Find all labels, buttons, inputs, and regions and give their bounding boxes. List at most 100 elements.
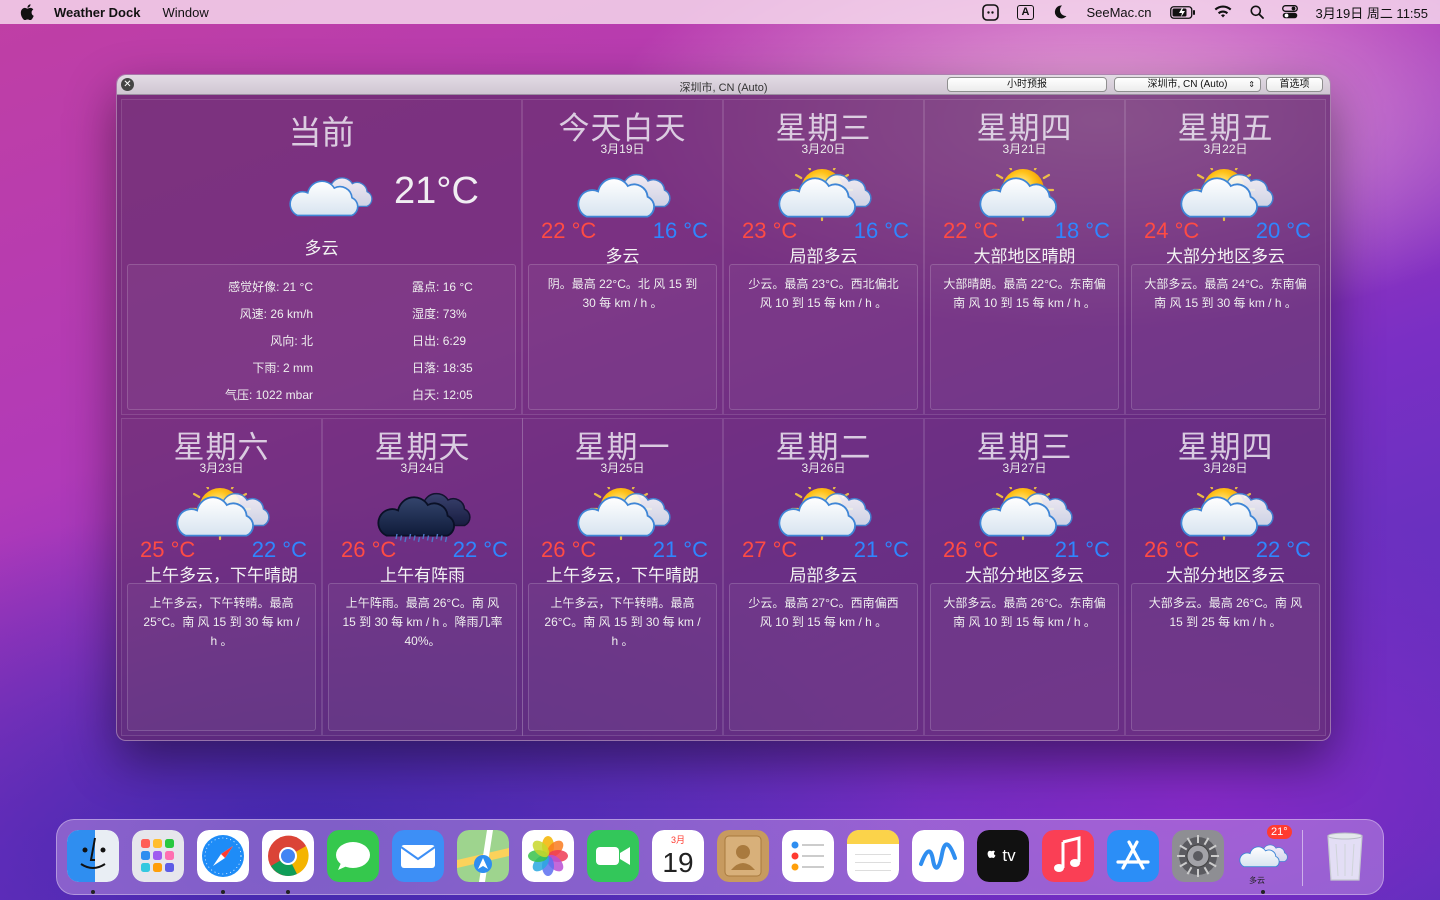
cloudy-icon	[282, 172, 378, 222]
clock[interactable]: 3月19日 周二 11:55	[1316, 3, 1428, 22]
forecast-day-cell[interactable]: 星期五 3月22日 24 °C 20 °C 大部分地区多云 大部多云。最高 24…	[1125, 99, 1326, 415]
high-temperature: 26 °C	[1144, 537, 1200, 562]
partly-cloudy-icon	[573, 477, 673, 543]
day-description: 上午多云，下午转晴。最高 26°C。南 风 15 到 30 每 km / h 。	[528, 583, 717, 731]
low-temperature: 21 °C	[652, 537, 708, 562]
forecast-day-cell[interactable]: 星期三 3月27日 26 °C 21 °C 大部分地区多云 大部多云。最高 26…	[924, 418, 1125, 736]
day-description-text: 少云。最高 27°C。西南偏西 风 10 到 15 每 km / h 。	[748, 596, 899, 629]
appletv-icon[interactable]: tv	[977, 830, 1029, 882]
day-date: 3月23日	[199, 461, 244, 475]
launchpad-icon[interactable]	[132, 830, 184, 882]
current-detail-left: 感觉好像: 21 °C	[228, 280, 313, 294]
mostly-cloudy-icon	[1176, 158, 1276, 224]
contacts-icon[interactable]	[717, 830, 769, 882]
detail-value: 21 °C	[282, 280, 313, 294]
low-temperature: 22 °C	[452, 537, 508, 562]
music-icon[interactable]	[1042, 830, 1094, 882]
forecast-day-cell[interactable]: 星期三 3月20日 23 °C 16 °C 局部多云 少云。最高 23°C。西北…	[723, 99, 924, 415]
notes-icon[interactable]	[847, 830, 899, 882]
day-description-text: 阴。最高 22°C。北 风 15 到 30 每 km / h 。	[547, 277, 698, 310]
low-temperature: 22 °C	[1255, 537, 1311, 562]
partly-cloudy-icon	[774, 158, 874, 224]
safari-icon[interactable]	[197, 830, 249, 882]
hourly-forecast-button[interactable]: 小时预报	[947, 77, 1107, 92]
detail-label: 露点	[412, 280, 437, 294]
detail-value: 26 km/h	[270, 307, 313, 321]
day-description: 阴。最高 22°C。北 风 15 到 30 每 km / h 。	[528, 264, 717, 410]
chrome-icon[interactable]	[262, 830, 314, 882]
detail-label: 下雨	[252, 361, 277, 375]
day-date: 3月20日	[801, 142, 846, 156]
calendar-month: 3月	[671, 835, 685, 845]
day-description: 大部多云。最高 26°C。南 风 15 到 25 每 km / h 。	[1131, 583, 1320, 731]
battery-icon[interactable]	[1169, 5, 1196, 19]
current-conditions-panel: 当前 21°C 多云 感觉好像: 21 °C 风速: 26 km/h 风向: 北下雨…	[121, 99, 522, 415]
current-detail-left: 风速: 26 km/h	[239, 307, 313, 321]
high-temperature: 26 °C	[341, 537, 397, 562]
day-description: 大部多云。最高 26°C。东南偏南 风 10 到 15 每 km / h 。	[930, 583, 1119, 731]
photos-icon[interactable]	[522, 830, 574, 882]
day-description-text: 大部晴朗。最高 22°C。东南偏南 风 10 到 15 每 km / h 。	[943, 277, 1106, 310]
day-date: 3月27日	[1002, 461, 1047, 475]
mostly-cloudy-icon	[975, 477, 1075, 543]
current-detail-right: 白天: 12:05	[412, 388, 473, 402]
system-settings-icon[interactable]	[1172, 830, 1224, 882]
control-center-icon[interactable]	[1281, 5, 1298, 19]
detail-value: 北	[300, 334, 313, 348]
freeform-icon[interactable]	[912, 830, 964, 882]
weather-dock-label: 多云	[1249, 876, 1265, 885]
facetime-icon[interactable]	[587, 830, 639, 882]
day-description-text: 大部多云。最高 26°C。东南偏南 风 10 到 15 每 km / h 。	[943, 596, 1106, 629]
current-detail-right: 湿度: 73%	[412, 307, 467, 321]
forecast-day-cell[interactable]: 星期天 3月24日 26 °C 22 °C 上午有阵雨 上午阵雨。最高 26°C…	[322, 418, 523, 736]
appstore-icon[interactable]	[1107, 830, 1159, 882]
seemac-label[interactable]: SeeMac.cn	[1086, 5, 1151, 20]
maps-icon[interactable]	[457, 830, 509, 882]
trash-icon[interactable]	[1319, 830, 1371, 882]
detail-value: 6:29	[442, 334, 467, 348]
messages-icon[interactable]	[327, 830, 379, 882]
title-bar[interactable]: ✕ 深圳市, CN (Auto) 小时预报 深圳市, CN (Auto) ⇕ 首…	[117, 75, 1330, 95]
forecast-day-cell[interactable]: 星期二 3月26日 27 °C 21 °C 局部多云 少云。最高 27°C。西南…	[723, 418, 924, 736]
running-indicator	[221, 890, 225, 894]
day-description-text: 大部多云。最高 24°C。东南偏南 风 15 到 30 每 km / h 。	[1144, 277, 1307, 310]
dark-mode-icon[interactable]	[1052, 4, 1068, 20]
mail-icon[interactable]	[392, 830, 444, 882]
day-description-text: 少云。最高 23°C。西北偏北 风 10 到 15 每 km / h 。	[748, 277, 899, 310]
rain-cloud-icon	[373, 487, 473, 543]
app-menu[interactable]: Weather Dock	[54, 5, 140, 20]
detail-label: 日落	[412, 361, 437, 375]
current-detail-right: 日落: 18:35	[412, 361, 473, 375]
low-temperature: 21 °C	[853, 537, 909, 562]
location-select[interactable]: 深圳市, CN (Auto) ⇕	[1114, 77, 1261, 92]
spotlight-search-icon[interactable]	[1250, 5, 1264, 19]
partly-cloudy-icon	[774, 477, 874, 543]
detail-value: 16 °C	[442, 280, 473, 294]
forecast-day-cell[interactable]: 星期四 3月21日 22 °C 18 °C 大部地区晴朗 大部晴朗。最高 22°…	[924, 99, 1125, 415]
forecast-day-cell[interactable]: 星期六 3月23日 25 °C 22 °C 上午多云，下午晴朗 上午多云，下午转…	[121, 418, 322, 736]
current-detail-left: 下雨: 2 mm	[252, 361, 313, 375]
window-menu[interactable]: Window	[162, 5, 208, 20]
reminders-icon[interactable]	[782, 830, 834, 882]
cloudy-icon	[573, 168, 673, 224]
forecast-day-cell[interactable]: 星期一 3月25日 26 °C 21 °C 上午多云，下午晴朗 上午多云，下午转…	[522, 418, 723, 736]
calendar-icon[interactable]: 3月 19	[652, 830, 704, 882]
preferences-button[interactable]: 首选项	[1266, 77, 1323, 92]
high-temperature: 26 °C	[943, 537, 999, 562]
current-details-box: 感觉好像: 21 °C 风速: 26 km/h 风向: 北下雨: 2 mm 气压: 1…	[127, 264, 516, 410]
location-select-value: 深圳市, CN (Auto)	[1147, 79, 1228, 90]
weather-dock-badge: 21°	[1267, 825, 1292, 839]
high-temperature: 24 °C	[1144, 218, 1200, 243]
wifi-icon[interactable]	[1214, 5, 1232, 19]
input-source-icon[interactable]: A	[1016, 4, 1035, 20]
apple-icon[interactable]	[20, 4, 34, 20]
wechat-status-icon[interactable]	[981, 3, 999, 21]
day-description-text: 大部多云。最高 26°C。南 风 15 到 25 每 km / h 。	[1148, 596, 1303, 629]
weather-window: ✕ 深圳市, CN (Auto) 小时预报 深圳市, CN (Auto) ⇕ 首…	[116, 74, 1331, 741]
forecast-day-cell[interactable]: 星期四 3月28日 26 °C 22 °C 大部分地区多云 大部多云。最高 26…	[1125, 418, 1326, 736]
forecast-day-cell[interactable]: 今天白天 3月19日 22 °C 16 °C 多云 阴。最高 22°C。北 风 …	[522, 99, 723, 415]
finder-icon[interactable]	[67, 830, 119, 882]
detail-label: 白天	[412, 388, 437, 402]
dock-separator	[1302, 830, 1303, 886]
day-date: 3月28日	[1203, 461, 1248, 475]
